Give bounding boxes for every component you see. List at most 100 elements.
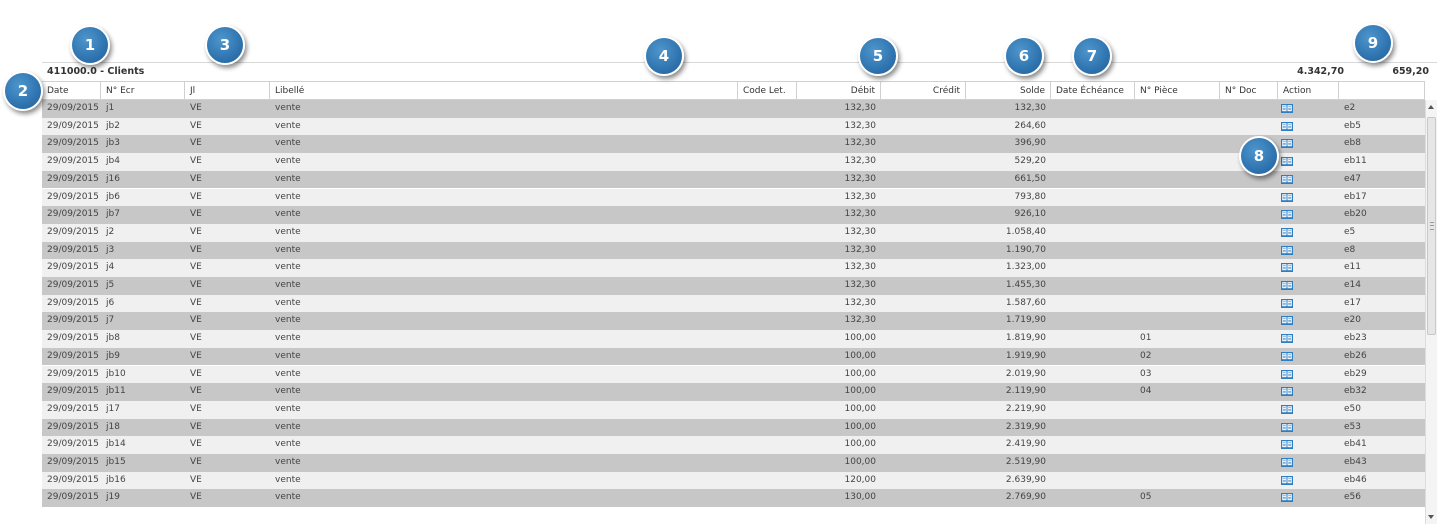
cell-code-let: [738, 472, 797, 490]
table-row[interactable]: 29/09/2015 jb15 VE vente 100,00 2.519,90…: [42, 454, 1425, 472]
cell-date: 29/09/2015: [47, 403, 99, 414]
cell-num-piece: [1135, 259, 1220, 277]
cell-jl: VE: [190, 156, 202, 167]
ledger-grid: Date N° Ecr Jl Libellé Code Let. Débit C…: [42, 81, 1437, 524]
open-book-icon[interactable]: [1281, 263, 1293, 273]
open-book-icon[interactable]: [1281, 298, 1293, 308]
cell-num-piece: 02: [1140, 350, 1152, 361]
cell-libelle: vente: [275, 421, 301, 432]
column-header-code-let[interactable]: Code Let.: [738, 82, 797, 100]
scrollbar-thumb[interactable]: [1427, 117, 1436, 335]
table-row[interactable]: 29/09/2015 j6 VE vente 132,30 1.587,60 e…: [42, 294, 1425, 313]
cell-date-echeance: [1051, 224, 1135, 242]
table-row[interactable]: 29/09/2015 jb2 VE vente 132,30 264,60 eb…: [42, 117, 1425, 136]
cell-libelle: vente: [275, 333, 301, 344]
column-header-ref[interactable]: [1339, 82, 1425, 100]
column-header-num-doc[interactable]: N° Doc: [1220, 82, 1278, 100]
table-row[interactable]: 29/09/2015 j4 VE vente 132,30 1.323,00 e…: [42, 259, 1425, 277]
open-book-icon[interactable]: [1281, 139, 1293, 149]
cell-code-let: [738, 366, 797, 384]
table-row[interactable]: 29/09/2015 jb8 VE vente 100,00 1.819,90 …: [42, 330, 1425, 348]
cell-code-let: [738, 383, 797, 401]
open-book-icon[interactable]: [1281, 334, 1293, 344]
open-book-icon[interactable]: [1281, 404, 1293, 414]
cell-libelle: vente: [275, 350, 301, 361]
table-row[interactable]: 29/09/2015 jb7 VE vente 132,30 926,10 eb…: [42, 206, 1425, 224]
cell-num-doc: [1220, 259, 1278, 277]
table-row[interactable]: 29/09/2015 jb10 VE vente 100,00 2.019,90…: [42, 365, 1425, 384]
callout-2: 2: [3, 71, 43, 111]
vertical-scrollbar[interactable]: [1425, 100, 1437, 524]
cell-credit: [881, 259, 966, 277]
cell-solde: 1.058,40: [1005, 226, 1046, 237]
cell-ref: e17: [1344, 297, 1361, 308]
cell-num-piece: 01: [1140, 333, 1152, 344]
cell-jl: VE: [190, 209, 202, 220]
cell-ref: e20: [1344, 315, 1361, 326]
column-header-debit[interactable]: Débit: [797, 82, 881, 100]
cell-date-echeance: [1051, 100, 1135, 118]
table-row[interactable]: 29/09/2015 jb6 VE vente 132,30 793,80 eb…: [42, 188, 1425, 207]
open-book-icon[interactable]: [1281, 369, 1293, 379]
cell-credit: [881, 366, 966, 384]
open-book-icon[interactable]: [1281, 387, 1293, 397]
table-row[interactable]: 29/09/2015 j1 VE vente 132,30 132,30 e2: [42, 100, 1425, 118]
open-book-icon[interactable]: [1281, 458, 1293, 467]
column-header-solde[interactable]: Solde: [966, 82, 1051, 100]
cell-num-ecr: j6: [106, 297, 115, 308]
open-book-icon[interactable]: [1281, 227, 1293, 237]
cell-action: [1278, 189, 1339, 207]
cell-jl: VE: [190, 173, 202, 184]
column-header-date[interactable]: Date: [42, 82, 101, 100]
table-row[interactable]: 29/09/2015 jb9 VE vente 100,00 1.919,90 …: [42, 347, 1425, 366]
open-book-icon[interactable]: [1281, 475, 1293, 485]
open-book-icon[interactable]: [1281, 174, 1293, 184]
open-book-icon[interactable]: [1281, 192, 1293, 202]
table-row[interactable]: 29/09/2015 j17 VE vente 100,00 2.219,90 …: [42, 400, 1425, 419]
open-book-icon[interactable]: [1281, 157, 1293, 167]
table-row[interactable]: 29/09/2015 j19 VE vente 130,00 2.769,90 …: [42, 489, 1425, 508]
column-header-action[interactable]: Action: [1278, 82, 1339, 100]
open-book-icon[interactable]: [1281, 351, 1293, 361]
table-row[interactable]: 29/09/2015 j18 VE vente 100,00 2.319,90 …: [42, 418, 1425, 437]
cell-num-piece: [1135, 153, 1220, 171]
cell-num-piece: [1135, 401, 1220, 419]
table-row[interactable]: 29/09/2015 jb14 VE vente 100,00 2.419,90…: [42, 436, 1425, 454]
open-book-icon[interactable]: [1281, 281, 1293, 290]
column-header-num-piece[interactable]: N° Pièce: [1135, 82, 1220, 100]
open-book-icon[interactable]: [1281, 104, 1293, 113]
open-book-icon[interactable]: [1281, 440, 1293, 450]
open-book-icon[interactable]: [1281, 121, 1293, 131]
table-row[interactable]: 29/09/2015 jb16 VE vente 120,00 2.639,90…: [42, 471, 1425, 490]
table-row[interactable]: 29/09/2015 j16 VE vente 132,30 661,50 e4…: [42, 170, 1425, 189]
table-row[interactable]: 29/09/2015 jb3 VE vente 132,30 396,90 eb…: [42, 135, 1425, 154]
cell-debit: 132,30: [844, 156, 877, 167]
open-book-icon[interactable]: [1281, 245, 1293, 255]
open-book-icon[interactable]: [1281, 210, 1293, 220]
column-header-date-echeance[interactable]: Date Échéance: [1051, 82, 1135, 100]
open-book-icon[interactable]: [1281, 316, 1293, 326]
arrow-down-icon[interactable]: [1428, 515, 1434, 519]
cell-libelle: vente: [275, 103, 301, 113]
column-header-libelle[interactable]: Libellé: [270, 82, 738, 100]
cell-libelle: vente: [275, 403, 301, 414]
cell-action: [1278, 171, 1339, 189]
cell-credit: [881, 135, 966, 153]
table-row[interactable]: 29/09/2015 j7 VE vente 132,30 1.719,90 e…: [42, 312, 1425, 331]
open-book-icon[interactable]: [1281, 422, 1293, 432]
callout-1: 1: [70, 25, 110, 65]
table-row[interactable]: 29/09/2015 j3 VE vente 132,30 1.190,70 e…: [42, 241, 1425, 260]
column-header-jl[interactable]: Jl: [185, 82, 270, 100]
table-row[interactable]: 29/09/2015 jb11 VE vente 100,00 2.119,90…: [42, 383, 1425, 401]
table-row[interactable]: 29/09/2015 j5 VE vente 132,30 1.455,30 e…: [42, 277, 1425, 295]
open-book-icon[interactable]: [1281, 493, 1293, 503]
arrow-up-icon[interactable]: [1428, 105, 1434, 109]
table-row[interactable]: 29/09/2015 jb4 VE vente 132,30 529,20 eb…: [42, 153, 1425, 171]
cell-debit: 132,30: [844, 244, 877, 255]
cell-credit: [881, 472, 966, 490]
column-header-num-ecr[interactable]: N° Ecr: [101, 82, 185, 100]
column-header-credit[interactable]: Crédit: [881, 82, 966, 100]
table-row[interactable]: 29/09/2015 j2 VE vente 132,30 1.058,40 e…: [42, 223, 1425, 242]
cell-libelle: vente: [275, 492, 301, 503]
cell-num-piece: [1135, 436, 1220, 454]
